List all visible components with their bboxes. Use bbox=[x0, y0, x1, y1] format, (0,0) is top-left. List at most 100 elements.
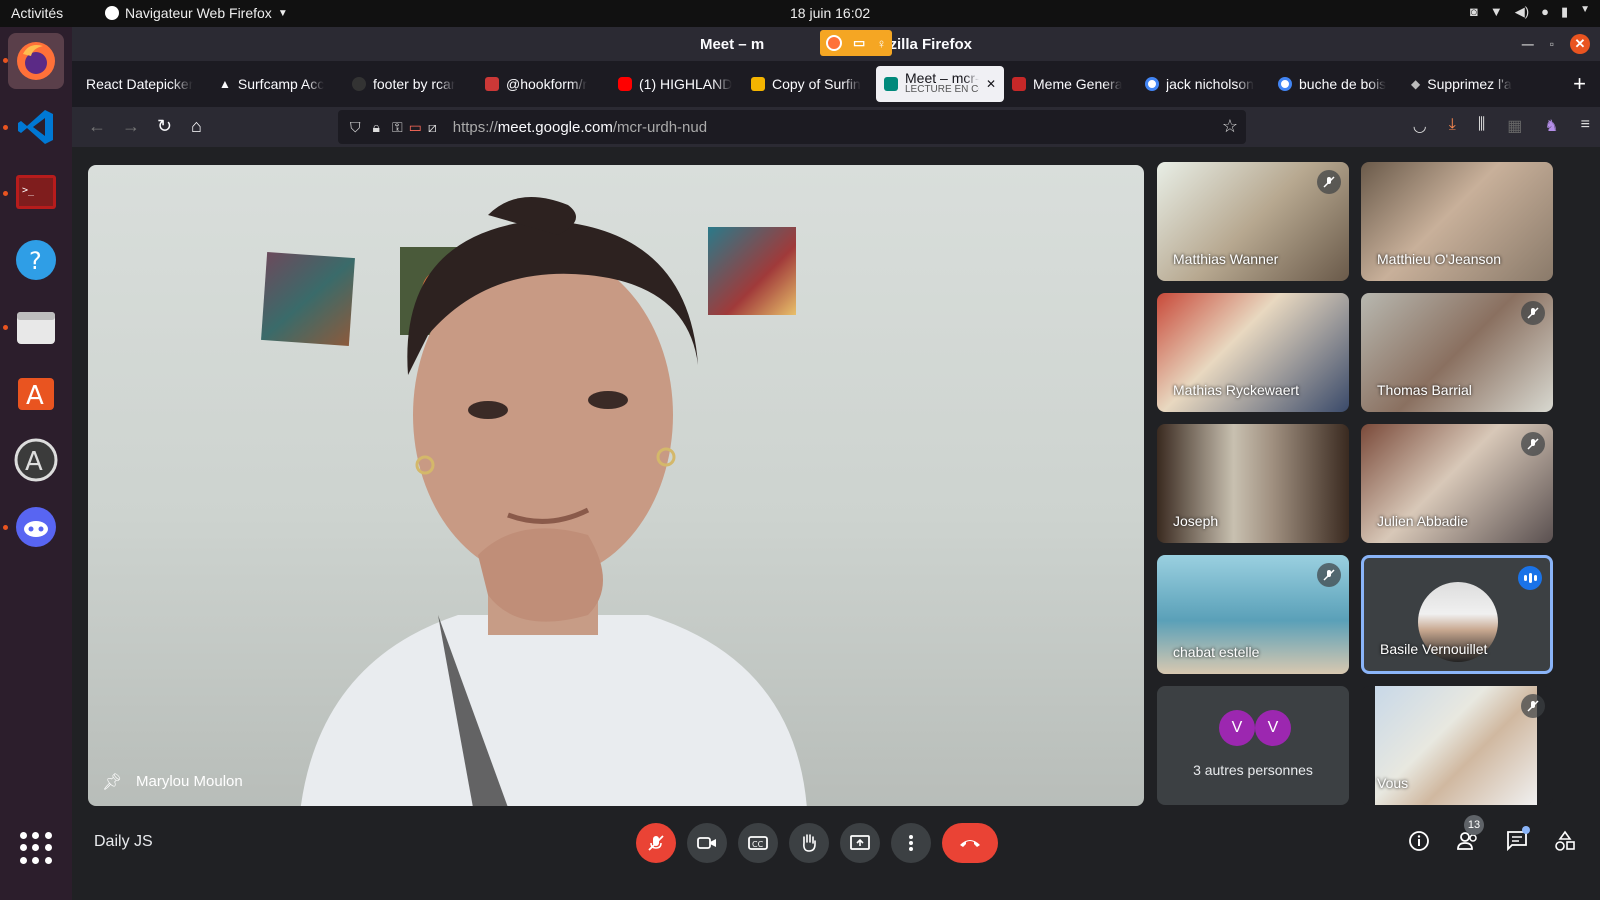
screen-share-off-icon[interactable]: ⧄ bbox=[428, 119, 437, 136]
participants-button[interactable]: 13 bbox=[1456, 815, 1484, 857]
dock-help[interactable]: ? bbox=[8, 232, 64, 288]
new-tab-button[interactable]: + bbox=[1573, 71, 1586, 97]
tab-6-active[interactable]: Meet – mcr- LECTURE EN CO ✕ bbox=[876, 66, 1004, 102]
dock-terminal[interactable]: >_ bbox=[8, 165, 64, 221]
forward-button[interactable]: → bbox=[122, 115, 140, 137]
running-indicator bbox=[3, 125, 8, 130]
dock-firefox[interactable] bbox=[8, 33, 64, 89]
dock-vscode[interactable] bbox=[8, 99, 64, 155]
info-icon bbox=[1409, 831, 1429, 851]
meeting-details-button[interactable] bbox=[1408, 830, 1430, 857]
url-text[interactable]: https://meet.google.com/mcr-urdh-nud bbox=[453, 119, 707, 136]
microphone-icon: ♀ bbox=[876, 35, 887, 51]
chevron-down-icon: ▼ bbox=[1580, 4, 1590, 15]
participant-tile[interactable]: Mathias Ryckewaert bbox=[1157, 293, 1349, 412]
close-window-button[interactable]: ✕ bbox=[1570, 34, 1590, 54]
back-button[interactable]: ← bbox=[88, 115, 106, 137]
extension-icon[interactable]: ♞ bbox=[1544, 116, 1558, 136]
close-tab-icon[interactable]: ✕ bbox=[986, 77, 996, 91]
tab-10[interactable]: ◆ Supprimez l'a bbox=[1403, 66, 1536, 102]
participant-name: Vous bbox=[1377, 775, 1409, 791]
captions-button[interactable]: CC bbox=[738, 823, 778, 863]
avatar: V bbox=[1255, 710, 1291, 746]
clock[interactable]: 18 juin 16:02 bbox=[790, 5, 870, 21]
main-video-tile[interactable]: 📌︎ Marylou Moulon bbox=[88, 165, 1144, 806]
discord-tray-icon: ◙ bbox=[1470, 4, 1478, 19]
download-icon[interactable]: ⤓ bbox=[1449, 116, 1456, 136]
raise-hand-button[interactable] bbox=[789, 823, 829, 863]
library-icon[interactable]: ⫼ bbox=[1478, 116, 1485, 136]
participant-tile[interactable]: Matthias Wanner bbox=[1157, 162, 1349, 281]
reload-button[interactable]: ↻ bbox=[157, 115, 172, 137]
permissions-icon[interactable]: ⚿ bbox=[392, 119, 403, 136]
svg-text:?: ? bbox=[29, 247, 42, 275]
participant-tile-active-speaker[interactable]: Basile Vernouillet bbox=[1361, 555, 1553, 674]
bookmark-star-icon[interactable]: ☆ bbox=[1222, 116, 1238, 137]
tab-5[interactable]: Copy of Surfin bbox=[743, 66, 876, 102]
present-screen-button[interactable] bbox=[840, 823, 880, 863]
home-button[interactable]: ⌂ bbox=[191, 115, 202, 137]
lock-icon[interactable]: 🔒︎ bbox=[373, 119, 380, 136]
others-tile[interactable]: V V 3 autres personnes bbox=[1157, 686, 1349, 805]
system-tray[interactable]: ◙ ▼ ◀) ● ▮ ▼ bbox=[1470, 4, 1590, 20]
show-applications-button[interactable] bbox=[20, 832, 52, 864]
self-tile[interactable]: Vous bbox=[1361, 686, 1553, 805]
activities-button[interactable] bbox=[1554, 830, 1576, 857]
tab-9[interactable]: buche de bois bbox=[1270, 66, 1403, 102]
tab-7[interactable]: Meme Genera bbox=[1004, 66, 1137, 102]
speaking-indicator-icon bbox=[1518, 566, 1542, 590]
surfcamp-favicon-icon: ▲ bbox=[219, 77, 231, 91]
stack-favicon-icon: ◆ bbox=[1411, 77, 1421, 91]
maximize-button[interactable]: ▫ bbox=[1550, 37, 1554, 51]
tab-1[interactable]: ▲ Surfcamp Acc bbox=[211, 66, 344, 102]
dock-software[interactable]: A bbox=[8, 365, 64, 421]
ubuntu-dock: >_ ? A A bbox=[0, 27, 72, 900]
camera-sharing-icon[interactable]: ▭ bbox=[409, 119, 422, 136]
tab-4[interactable]: (1) HIGHLAND bbox=[610, 66, 743, 102]
participant-tile[interactable]: Matthieu O'Jeanson bbox=[1361, 162, 1553, 281]
pocket-icon[interactable]: ◡ bbox=[1413, 116, 1427, 136]
more-options-button[interactable] bbox=[891, 823, 931, 863]
participant-name: Matthieu O'Jeanson bbox=[1377, 251, 1502, 267]
mic-toggle-button[interactable] bbox=[636, 823, 676, 863]
slides-favicon-icon bbox=[751, 77, 765, 91]
minimize-button[interactable]: — bbox=[1522, 37, 1534, 51]
system-top-bar: Activités Navigateur Web Firefox ▼ 18 ju… bbox=[0, 0, 1600, 27]
participant-tile[interactable]: Julien Abbadie bbox=[1361, 424, 1553, 543]
microphone-icon: ● bbox=[1541, 4, 1549, 19]
tab-3[interactable]: @hookform/r bbox=[477, 66, 610, 102]
pin-icon[interactable]: 📌︎ bbox=[102, 772, 122, 792]
url-bar[interactable]: ⛉ 🔒︎ ⚿ ▭ ⧄ https://meet.google.com/mcr-u… bbox=[338, 110, 1246, 144]
tab-8[interactable]: jack nicholson bbox=[1137, 66, 1270, 102]
dock-updater[interactable]: A bbox=[8, 432, 64, 488]
tab-label: Meet – mcr- bbox=[905, 72, 979, 84]
shield-icon[interactable]: ⛉ bbox=[350, 119, 361, 136]
participant-tile[interactable]: Thomas Barrial bbox=[1361, 293, 1553, 412]
dock-discord[interactable] bbox=[8, 499, 64, 555]
tab-label: React Datepicker bbox=[86, 76, 194, 92]
tab-label: Meme Genera bbox=[1033, 76, 1123, 92]
participant-count-badge: 13 bbox=[1464, 815, 1484, 835]
tab-label: Surfcamp Acc bbox=[237, 76, 325, 92]
participant-tile[interactable]: Joseph bbox=[1157, 424, 1349, 543]
camera-icon: ▭ bbox=[852, 35, 866, 50]
participant-tile[interactable]: chabat estelle bbox=[1157, 555, 1349, 674]
tab-label: footer by rcar bbox=[373, 76, 456, 92]
activities-button[interactable]: Activités bbox=[11, 5, 63, 21]
running-indicator bbox=[3, 325, 8, 330]
tab-0[interactable]: React Datepicker bbox=[78, 66, 211, 102]
app-menu[interactable]: Navigateur Web Firefox ▼ bbox=[105, 5, 288, 21]
avatar: V bbox=[1219, 710, 1255, 746]
sidebar-icon[interactable]: ▦ bbox=[1507, 116, 1522, 136]
url-path: /mcr-urdh-nud bbox=[612, 118, 708, 136]
camera-toggle-button[interactable] bbox=[687, 823, 727, 863]
mic-off-icon bbox=[1521, 432, 1545, 456]
dock-files[interactable] bbox=[8, 299, 64, 355]
tab-strip: React Datepicker ▲ Surfcamp Acc footer b… bbox=[72, 61, 1600, 107]
sharing-indicator[interactable]: ▭ ♀ bbox=[820, 30, 892, 56]
tab-2[interactable]: footer by rcar bbox=[344, 66, 477, 102]
leave-call-button[interactable] bbox=[942, 823, 998, 863]
menu-icon[interactable]: ≡ bbox=[1581, 116, 1590, 136]
more-vert-icon bbox=[909, 835, 913, 851]
chat-button[interactable] bbox=[1506, 826, 1530, 857]
